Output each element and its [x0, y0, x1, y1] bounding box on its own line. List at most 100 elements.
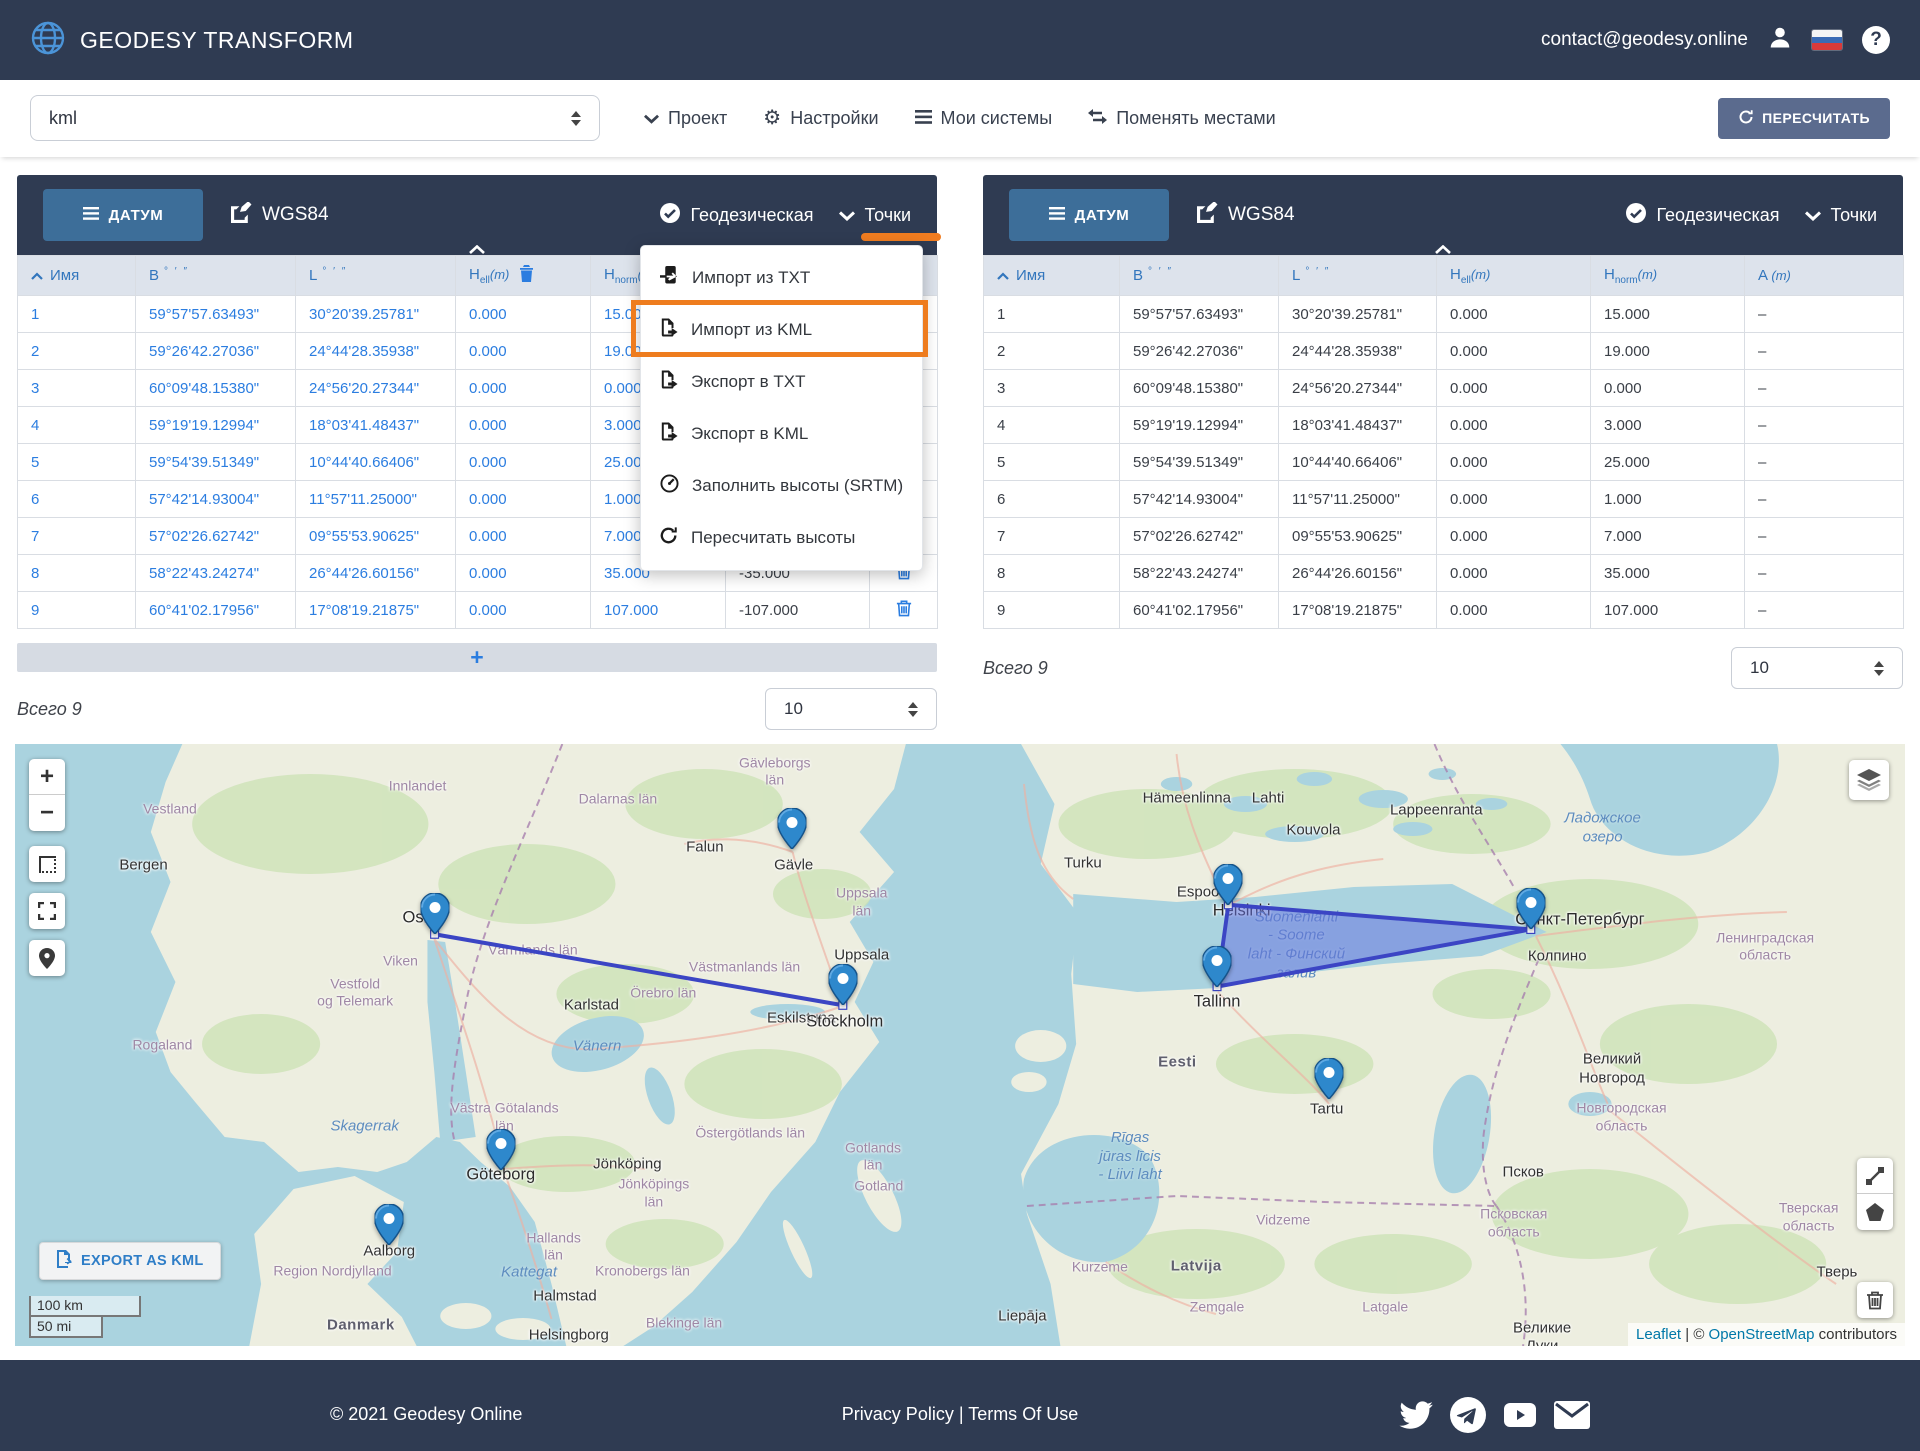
map-marker-Helsinki[interactable] — [1214, 864, 1243, 905]
toolbar-link-1[interactable]: Проект — [644, 108, 727, 129]
delete-layers-button[interactable] — [1857, 1282, 1893, 1318]
map-marker-Stockholm[interactable] — [828, 964, 857, 1005]
map-marker-Gävle[interactable] — [777, 808, 806, 849]
cell-name[interactable]: 4 — [18, 407, 136, 444]
twitter-icon[interactable] — [1399, 1401, 1433, 1429]
cell-name[interactable]: 8 — [18, 555, 136, 592]
crs-geodetic-toggle[interactable]: Геодезическая — [1625, 202, 1779, 229]
cell-b[interactable]: 59°54'39.51349" — [136, 444, 296, 481]
map-marker-Tartu[interactable] — [1314, 1058, 1343, 1099]
toolbar-link-2[interactable]: ⚙Настройки — [763, 107, 878, 129]
cell-hell[interactable]: 0.000 — [456, 444, 591, 481]
export-as-kml-button[interactable]: EXPORT AS KML — [39, 1242, 221, 1280]
map-marker-Санкт-Петербург[interactable] — [1516, 888, 1545, 929]
cell-l[interactable]: 26°44'26.60156" — [296, 555, 456, 592]
map-marker-Tallinn[interactable] — [1203, 946, 1232, 987]
layers-button[interactable] — [1849, 760, 1889, 800]
cell-name[interactable]: 3 — [18, 370, 136, 407]
toolbar-link-4[interactable]: Поменять местами — [1088, 108, 1276, 129]
points-menu-toggle[interactable]: Точки — [839, 205, 911, 226]
cell-b[interactable]: 60°41'02.17956" — [136, 592, 296, 629]
cell-l[interactable]: 10°44'40.66406" — [296, 444, 456, 481]
cell-b[interactable]: 57°02'26.62742" — [136, 518, 296, 555]
privacy-policy-link[interactable]: Privacy Policy — [842, 1404, 954, 1424]
cell-l[interactable]: 17°08'19.21875" — [296, 592, 456, 629]
ellipsoid-edit[interactable]: WGS84 — [231, 202, 329, 229]
cell-hell[interactable]: 0.000 — [456, 555, 591, 592]
menu-item-импорт-из-kml[interactable]: Импорт из KML — [641, 304, 922, 356]
email-icon[interactable] — [1554, 1401, 1590, 1429]
menu-item-заполнить-высоты-srtm-[interactable]: Заполнить высоты (SRTM) — [641, 460, 922, 512]
menu-item-пересчитать-высоты[interactable]: Пересчитать высоты — [641, 512, 922, 564]
help-icon[interactable]: ? — [1862, 26, 1890, 54]
cell-name[interactable]: 2 — [18, 333, 136, 370]
delete-row-button[interactable] — [896, 599, 912, 617]
map-marker-Oslo[interactable] — [420, 893, 449, 934]
zoom-out-button[interactable]: − — [29, 795, 65, 831]
draw-polygon-button[interactable] — [1857, 1194, 1893, 1230]
youtube-icon[interactable] — [1503, 1400, 1537, 1430]
toolbar-link-3[interactable]: Мои системы — [915, 108, 1053, 129]
cell-l[interactable]: 09°55'53.90625" — [296, 518, 456, 555]
column-header-name[interactable]: Имя — [18, 256, 136, 296]
menu-item-экспорт-в-kml[interactable]: Экспорт в KML — [641, 408, 922, 460]
cell-b[interactable]: 59°26'42.27036" — [136, 333, 296, 370]
cell-name[interactable]: 6 — [18, 481, 136, 518]
recalculate-button[interactable]: ПЕРЕСЧИТАТЬ — [1718, 98, 1890, 139]
cell-b[interactable]: 59°19'19.12994" — [136, 407, 296, 444]
map-marker-Aalborg[interactable] — [375, 1204, 404, 1245]
cell-l[interactable]: 18°03'41.48437" — [296, 407, 456, 444]
datum-button[interactable]: ДАТУМ — [1009, 189, 1169, 241]
cell-hell[interactable]: 0.000 — [456, 481, 591, 518]
cell-l[interactable]: 24°56'20.27344" — [296, 370, 456, 407]
user-icon[interactable] — [1768, 25, 1792, 55]
menu-item-экспорт-в-txt[interactable]: Экспорт в TXT — [641, 356, 922, 408]
collapse-caret-icon[interactable] — [469, 245, 485, 254]
leaflet-link[interactable]: Leaflet — [1636, 1326, 1681, 1343]
cell-l[interactable]: 30°20'39.25781" — [296, 296, 456, 333]
terms-of-use-link[interactable]: Terms Of Use — [968, 1404, 1078, 1424]
page-size-select[interactable]: 10 — [765, 688, 937, 730]
table-row: 559°54'39.51349"10°44'40.66406"0.00025.0… — [984, 444, 1904, 481]
cell-b[interactable]: 59°57'57.63493" — [136, 296, 296, 333]
draw-polyline-button[interactable] — [1857, 1158, 1893, 1194]
cell-l[interactable]: 24°44'28.35938" — [296, 333, 456, 370]
cell-b[interactable]: 60°09'48.15380" — [136, 370, 296, 407]
osm-link[interactable]: OpenStreetMap — [1709, 1326, 1815, 1343]
cell-b[interactable]: 57°42'14.93004" — [136, 481, 296, 518]
crs-geodetic-toggle[interactable]: Геодезическая — [659, 202, 813, 229]
format-select[interactable]: kml — [30, 95, 600, 141]
cell-hell[interactable]: 0.000 — [456, 333, 591, 370]
cell-name[interactable]: 5 — [18, 444, 136, 481]
cell-hnorm[interactable]: 107.000 — [591, 592, 726, 629]
fullscreen-button[interactable] — [29, 893, 65, 929]
menu-item-импорт-из-txt[interactable]: Импорт из TXT — [641, 252, 922, 304]
zoom-in-button[interactable]: + — [29, 759, 65, 795]
cell-hell[interactable]: 0.000 — [456, 407, 591, 444]
globe-logo-icon — [30, 20, 66, 61]
points-menu-toggle[interactable]: Точки — [1805, 205, 1877, 226]
page-size-select[interactable]: 10 — [1731, 647, 1903, 689]
cell-name: 9 — [984, 592, 1120, 629]
cell-l[interactable]: 11°57'11.25000" — [296, 481, 456, 518]
cell-hell[interactable]: 0.000 — [456, 370, 591, 407]
cell-hell[interactable]: 0.000 — [456, 296, 591, 333]
datum-button[interactable]: ДАТУМ — [43, 189, 203, 241]
cell-hell[interactable]: 0.000 — [456, 518, 591, 555]
map-marker-Göteborg[interactable] — [486, 1129, 515, 1170]
collapse-caret-icon[interactable] — [1435, 245, 1451, 254]
leaflet-map[interactable]: BergenOsloFalunGävleUppsalaKarlstadEskil… — [15, 744, 1905, 1346]
telegram-icon[interactable] — [1450, 1397, 1486, 1433]
cell-hell[interactable]: 0.000 — [456, 592, 591, 629]
rectangle-select-button[interactable] — [29, 846, 65, 882]
ellipsoid-edit[interactable]: WGS84 — [1197, 202, 1295, 229]
cell-name[interactable]: 9 — [18, 592, 136, 629]
cell-name: 5 — [984, 444, 1120, 481]
cell-name[interactable]: 7 — [18, 518, 136, 555]
cell-b[interactable]: 58°22'43.24274" — [136, 555, 296, 592]
cell-name[interactable]: 1 — [18, 296, 136, 333]
language-flag-russia[interactable] — [1812, 30, 1842, 50]
marker-icon-button[interactable] — [29, 940, 65, 976]
add-point-button[interactable]: + — [17, 643, 937, 672]
column-header-name[interactable]: Имя — [984, 256, 1120, 296]
